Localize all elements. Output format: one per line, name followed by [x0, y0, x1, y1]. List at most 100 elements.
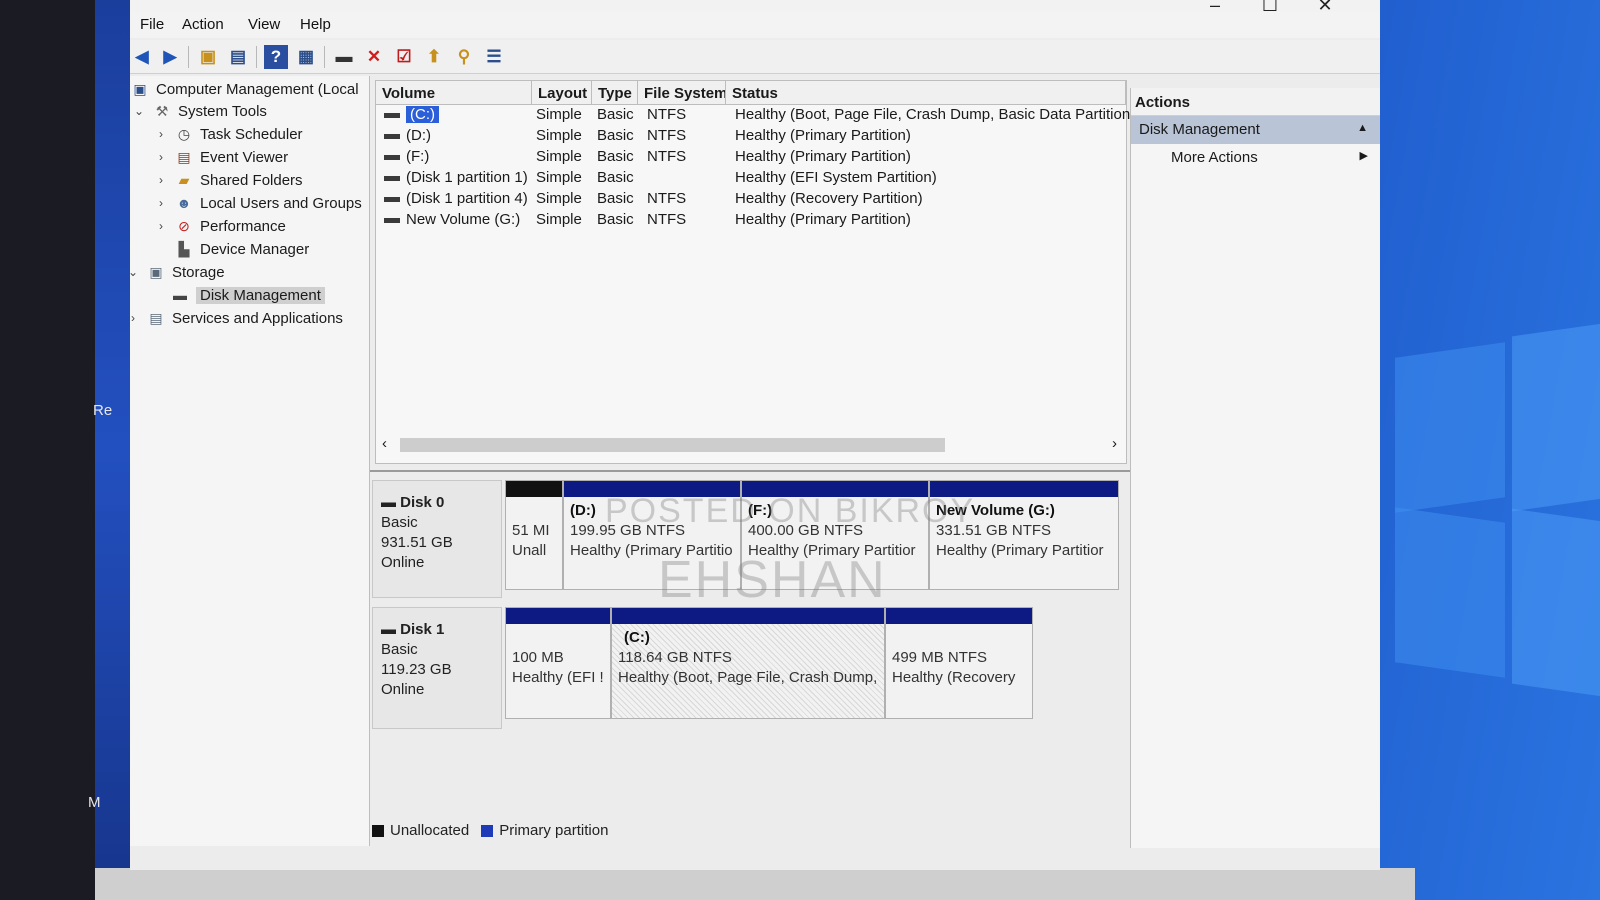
partition-c[interactable]: (C:) 118.64 GB NTFS Healthy (Boot, Page …	[611, 607, 885, 719]
menu-view[interactable]: View	[248, 16, 280, 33]
partition-d[interactable]: (D:) 199.95 GB NTFS Healthy (Primary Par…	[563, 480, 741, 590]
disk-0-info[interactable]: ▬ Disk 0 Basic 931.51 GB Online	[372, 480, 502, 598]
partition-efi[interactable]: 100 MB Healthy (EFI !	[505, 607, 611, 719]
type-cell: Basic	[597, 148, 634, 165]
menu-file[interactable]: File	[140, 16, 164, 33]
volume-horizontal-scrollbar[interactable]: ‹ ›	[382, 435, 1122, 455]
toolbar-separator	[256, 46, 257, 68]
column-header-volume[interactable]: Volume	[376, 81, 532, 105]
table-row[interactable]: New Volume (G:) Simple Basic NTFS Health…	[376, 210, 1126, 231]
chevron-right-icon[interactable]: ›	[154, 150, 168, 164]
forward-arrow-icon[interactable]: ▶	[158, 45, 182, 69]
disk-1-info[interactable]: ▬ Disk 1 Basic 119.23 GB Online	[372, 607, 502, 729]
computer-management-icon: ▣	[133, 80, 147, 97]
chevron-down-icon[interactable]: ⌄	[130, 265, 140, 279]
fs-cell: NTFS	[647, 148, 687, 165]
table-row[interactable]: (C:) Simple Basic NTFS Healthy (Boot, Pa…	[376, 105, 1135, 126]
legend-primary-swatch	[481, 824, 494, 837]
connect-drive-icon[interactable]: ▬	[332, 45, 356, 69]
partition-status: Healthy (Boot, Page File, Crash Dump,	[618, 669, 878, 686]
event-log-icon: ▤	[177, 148, 191, 165]
type-cell: Basic	[597, 106, 634, 123]
fs-cell: NTFS	[647, 190, 687, 207]
chevron-down-icon[interactable]: ⌄	[132, 104, 146, 118]
tree-item-performance[interactable]: › ⊘ Performance	[154, 215, 286, 237]
status-cell: Healthy (Primary Partition)	[735, 211, 911, 228]
partition-color-bar	[564, 481, 740, 497]
partition-unallocated[interactable]: 51 MI Unall	[505, 480, 563, 590]
tree-item-disk-management[interactable]: ▬ Disk Management	[170, 284, 325, 306]
chevron-right-icon[interactable]: ›	[154, 219, 168, 233]
partition-recovery[interactable]: 499 MB NTFS Healthy (Recovery	[885, 607, 1033, 719]
volume-name: (Disk 1 partition 4)	[406, 190, 528, 207]
status-cell: Healthy (Recovery Partition)	[735, 190, 923, 207]
partition-g[interactable]: New Volume (G:) 331.51 GB NTFS Healthy (…	[929, 480, 1119, 590]
volume-name: New Volume (G:)	[406, 211, 521, 228]
column-header-type[interactable]: Type	[592, 81, 638, 105]
toolbar: ◀ ▶ ▣ ▤ ? ▦ ▬ ✕ ☑ ⬆ ⚲ ☰	[130, 40, 1380, 74]
tree-item-shared-folders[interactable]: › ▰ Shared Folders	[154, 169, 303, 191]
table-row[interactable]: (Disk 1 partition 4) Simple Basic NTFS H…	[376, 189, 1126, 210]
disk-drive-icon: ▬	[173, 287, 187, 303]
column-header-status[interactable]: Status	[726, 81, 1126, 105]
disk-type: Basic	[381, 641, 418, 658]
help-icon[interactable]: ?	[264, 45, 288, 69]
type-cell: Basic	[597, 127, 634, 144]
chevron-right-icon[interactable]: ›	[154, 173, 168, 187]
legend: Unallocated Primary partition	[372, 822, 608, 839]
delete-icon[interactable]: ✕	[362, 45, 386, 69]
scrollbar-thumb[interactable]	[400, 438, 945, 452]
partition-color-bar	[886, 608, 1032, 624]
table-row[interactable]: (Disk 1 partition 1) Simple Basic Health…	[376, 168, 1126, 189]
scroll-right-icon[interactable]: ›	[1112, 435, 1117, 452]
check-list-icon[interactable]: ☑	[392, 45, 416, 69]
menu-action[interactable]: Action	[182, 16, 224, 33]
up-folder-icon[interactable]: ▣	[196, 45, 220, 69]
tree-item-computer-management[interactable]: ▣ Computer Management (Local	[130, 78, 359, 100]
search-folder-icon[interactable]: ⚲	[452, 45, 476, 69]
desktop-icon-label[interactable]: M	[88, 794, 101, 811]
show-hide-tree-icon[interactable]: ▤	[226, 45, 250, 69]
collapse-up-icon[interactable]: ▲	[1357, 122, 1368, 134]
back-arrow-icon[interactable]: ◀	[130, 45, 154, 69]
menu-help[interactable]: Help	[300, 16, 331, 33]
status-cell: Healthy (Boot, Page File, Crash Dump, Ba…	[735, 106, 1136, 123]
tree-item-event-viewer[interactable]: › ▤ Event Viewer	[154, 146, 288, 168]
tree-item-services-and-applications[interactable]: › ▤ Services and Applications	[130, 307, 343, 329]
chevron-right-icon[interactable]: ›	[154, 127, 168, 141]
partition-status: Healthy (EFI !	[512, 669, 604, 686]
properties-pane-icon[interactable]: ▦	[294, 45, 318, 69]
windows-logo-pane	[1395, 507, 1505, 678]
tree-item-storage[interactable]: ⌄ ▣ Storage	[130, 261, 225, 283]
settings-list-icon[interactable]: ☰	[482, 45, 506, 69]
partition-body: 100 MB Healthy (EFI !	[506, 624, 610, 692]
table-row[interactable]: (F:) Simple Basic NTFS Healthy (Primary …	[376, 147, 1126, 168]
tree-item-label: Computer Management (Local	[156, 80, 359, 98]
tree-item-label: Performance	[200, 217, 286, 235]
tree-item-task-scheduler[interactable]: › ◷ Task Scheduler	[154, 123, 303, 145]
disk-size: 119.23 GB	[381, 661, 452, 678]
partition-status: Healthy (Primary Partitio	[570, 542, 733, 559]
users-icon: ☻	[176, 195, 192, 211]
partition-f[interactable]: (F:) 400.00 GB NTFS Healthy (Primary Par…	[741, 480, 929, 590]
volume-name: (D:)	[406, 127, 431, 144]
tree-item-local-users[interactable]: › ☻ Local Users and Groups	[154, 192, 362, 214]
scroll-left-icon[interactable]: ‹	[382, 435, 387, 452]
fs-cell: NTFS	[647, 106, 687, 123]
column-header-file-system[interactable]: File System	[638, 81, 726, 105]
desktop-icon-label[interactable]: Re	[93, 402, 112, 419]
export-folder-icon[interactable]: ⬆	[422, 45, 446, 69]
volume-icon	[384, 196, 400, 202]
actions-section-disk-management[interactable]: Disk Management ▲	[1131, 116, 1380, 144]
partition-size: 499 MB NTFS	[892, 649, 988, 666]
layout-cell: Simple	[536, 148, 582, 165]
chevron-right-icon[interactable]: ›	[130, 311, 140, 325]
column-header-layout[interactable]: Layout	[532, 81, 592, 105]
tree-item-system-tools[interactable]: ⌄ ⚒ System Tools	[132, 100, 267, 122]
tree-item-device-manager[interactable]: ▙ Device Manager	[174, 238, 310, 260]
layout-cell: Simple	[536, 190, 582, 207]
table-row[interactable]: (D:) Simple Basic NTFS Healthy (Primary …	[376, 126, 1126, 147]
fs-cell: NTFS	[647, 127, 687, 144]
chevron-right-icon[interactable]: ›	[154, 196, 168, 210]
more-actions-item[interactable]: More Actions ▶	[1131, 144, 1380, 172]
